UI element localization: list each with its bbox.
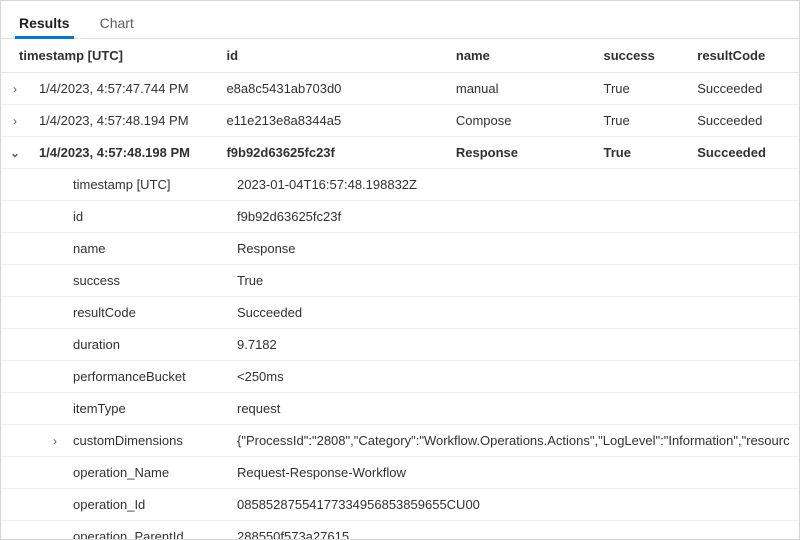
detail-value: True [231, 273, 799, 288]
cell-id: f9b92d63625fc23f [220, 145, 449, 160]
detail-row: resultCode Succeeded [1, 297, 799, 329]
expand-toggle[interactable]: › [5, 79, 25, 99]
detail-value: Succeeded [231, 305, 799, 320]
cell-name: Compose [450, 113, 598, 128]
cell-success: True [597, 145, 691, 160]
cell-timestamp: 1/4/2023, 4:57:48.194 PM [25, 113, 221, 128]
col-resultcode[interactable]: resultCode [691, 48, 799, 63]
tabs: Results Chart [1, 1, 799, 39]
cell-resultcode: Succeeded [691, 145, 799, 160]
cell-success: True [597, 113, 691, 128]
cell-timestamp: 1/4/2023, 4:57:48.198 PM [25, 145, 221, 160]
detail-value: 9.7182 [231, 337, 799, 352]
detail-key: timestamp [UTC] [67, 177, 231, 192]
table-row[interactable]: ⌄ 1/4/2023, 4:57:48.198 PM f9b92d63625fc… [1, 137, 799, 169]
highlighted-key: operation_Id [73, 497, 145, 512]
detail-key: success [67, 273, 231, 288]
table-row[interactable]: › 1/4/2023, 4:57:48.194 PM e11e213e8a834… [1, 105, 799, 137]
detail-row: duration 9.7182 [1, 329, 799, 361]
col-name[interactable]: name [450, 48, 598, 63]
expand-toggle[interactable]: › [5, 111, 25, 131]
detail-row: operation_Name Request-Response-Workflow [1, 457, 799, 489]
detail-key: operation_ParentId [67, 529, 231, 540]
detail-value: 08585287554177334956853859655CU00 [231, 497, 799, 512]
cell-name: manual [450, 81, 598, 96]
detail-key: operation_Id [67, 497, 231, 512]
detail-row: operation_Id 085852875541773349568538596… [1, 489, 799, 521]
detail-value: request [231, 401, 799, 416]
detail-key: id [67, 209, 231, 224]
cell-timestamp: 1/4/2023, 4:57:47.744 PM [25, 81, 221, 96]
detail-key: operation_Name [67, 465, 231, 480]
expand-toggle[interactable]: › [43, 434, 67, 448]
detail-key: performanceBucket [67, 369, 231, 384]
detail-row: performanceBucket <250ms [1, 361, 799, 393]
cell-resultcode: Succeeded [691, 81, 799, 96]
tab-chart[interactable]: Chart [96, 7, 138, 38]
detail-row: › customDimensions {"ProcessId":"2808","… [1, 425, 799, 457]
detail-row: itemType request [1, 393, 799, 425]
table-row[interactable]: › 1/4/2023, 4:57:47.744 PM e8a8c5431ab70… [1, 73, 799, 105]
detail-value: f9b92d63625fc23f [231, 209, 799, 224]
detail-row: name Response [1, 233, 799, 265]
detail-key: itemType [67, 401, 231, 416]
detail-value: 288550f573a27615 [231, 529, 799, 540]
cell-id: e11e213e8a8344a5 [220, 113, 449, 128]
column-header-row: timestamp [UTC] id name success resultCo… [1, 39, 799, 73]
detail-value: 2023-01-04T16:57:48.198832Z [231, 177, 799, 192]
col-id[interactable]: id [220, 48, 449, 63]
detail-row: operation_ParentId 288550f573a27615 [1, 521, 799, 540]
cell-name: Response [450, 145, 598, 160]
detail-row: timestamp [UTC] 2023-01-04T16:57:48.1988… [1, 169, 799, 201]
detail-value: {"ProcessId":"2808","Category":"Workflow… [231, 433, 799, 448]
tab-results[interactable]: Results [15, 7, 74, 38]
cell-resultcode: Succeeded [691, 113, 799, 128]
detail-key: customDimensions [67, 433, 231, 448]
cell-id: e8a8c5431ab703d0 [220, 81, 449, 96]
collapse-toggle[interactable]: ⌄ [5, 143, 25, 163]
cell-success: True [597, 81, 691, 96]
col-success[interactable]: success [598, 48, 692, 63]
detail-value: <250ms [231, 369, 799, 384]
col-timestamp[interactable]: timestamp [UTC] [13, 48, 220, 63]
detail-value: Response [231, 241, 799, 256]
detail-row: success True [1, 265, 799, 297]
detail-key: duration [67, 337, 231, 352]
detail-key: name [67, 241, 231, 256]
detail-value: Request-Response-Workflow [231, 465, 799, 480]
detail-row: id f9b92d63625fc23f [1, 201, 799, 233]
detail-key: resultCode [67, 305, 231, 320]
